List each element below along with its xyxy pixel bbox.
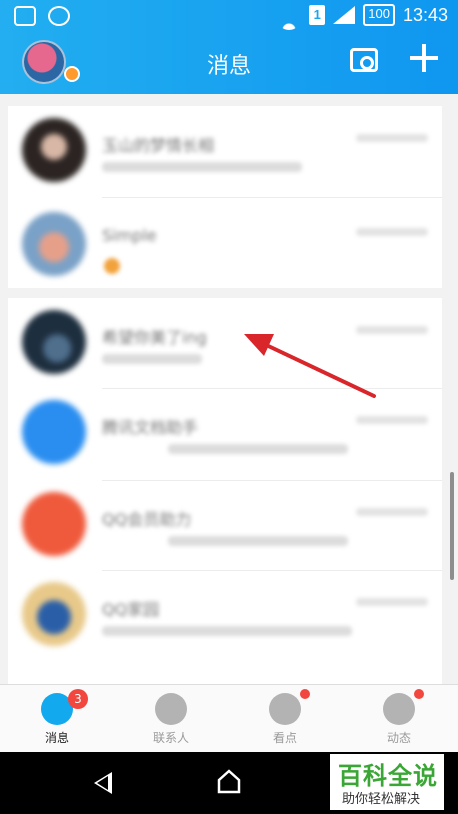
chat-row[interactable]: QQ会员助力	[8, 480, 442, 568]
back-icon[interactable]	[94, 772, 112, 794]
tab-label: 消息	[44, 731, 69, 745]
chat-snippet	[168, 536, 348, 546]
page-title: 消息	[206, 54, 251, 79]
status-bar: 1 100 13:43	[0, 0, 458, 32]
watermark: 百科全说 助你轻松解决	[330, 754, 444, 810]
chat-time	[356, 228, 428, 236]
chat-avatar	[22, 400, 86, 464]
tab-watch[interactable]: 看点	[228, 685, 342, 753]
new-dot	[300, 689, 310, 699]
chat-time	[356, 508, 428, 516]
chat-row[interactable]: Simple	[8, 200, 442, 288]
home-icon[interactable]	[216, 768, 242, 794]
battery-icon: 100	[363, 4, 395, 26]
signal-icon	[333, 6, 356, 24]
add-icon[interactable]	[410, 44, 438, 72]
tab-label: 联系人	[152, 731, 189, 745]
chat-row[interactable]: 希望你美了ing	[8, 298, 442, 386]
chat-time	[356, 134, 428, 142]
tab-label: 动态	[386, 731, 411, 745]
chat-time	[356, 326, 428, 334]
planet-icon	[383, 693, 415, 725]
status-dot	[104, 258, 120, 274]
unread-badge: 3	[68, 689, 88, 709]
wifi-icon	[277, 6, 302, 30]
status-right: 1 100 13:43	[277, 4, 448, 30]
eye-icon	[269, 693, 301, 725]
chat-name: Simple	[102, 226, 157, 245]
tab-contacts[interactable]: 联系人	[114, 685, 228, 753]
chats-card: 希望你美了ing 腾讯文档助手 QQ会员助力 QQ家园	[8, 298, 442, 684]
chat-time	[356, 598, 428, 606]
app-header: 消息	[0, 32, 458, 94]
chat-avatar	[22, 310, 86, 374]
chat-avatar	[22, 582, 86, 646]
chat-name: QQ家园	[102, 600, 160, 619]
phone-screen: 1 100 13:43 消息 玉山的梦情长相 Simple 希望你美了ing 腾…	[0, 0, 458, 814]
tab-messages[interactable]: 3 消息	[0, 685, 114, 753]
tab-label: 看点	[272, 731, 297, 745]
watermark-subtitle: 助你轻松解决	[342, 792, 421, 807]
top-bar: 1 100 13:43 消息	[0, 0, 458, 94]
screenshot-icon	[14, 6, 36, 26]
sync-icon	[48, 6, 70, 26]
new-dot	[414, 689, 424, 699]
chat-time	[356, 416, 428, 424]
chat-snippet	[102, 626, 352, 636]
watermark-title: 百科全说	[338, 762, 438, 790]
chat-list[interactable]: 玉山的梦情长相 Simple 希望你美了ing 腾讯文档助手 QQ会员助力 QQ…	[0, 94, 458, 684]
chat-name: 腾讯文档助手	[102, 418, 199, 437]
chat-row[interactable]: 腾讯文档助手	[8, 388, 442, 476]
contacts-icon	[155, 693, 187, 725]
chat-snippet	[168, 444, 348, 454]
chat-row[interactable]: QQ家园	[8, 570, 442, 658]
pinned-chats-card: 玉山的梦情长相 Simple	[8, 106, 442, 288]
camera-icon[interactable]	[350, 48, 378, 72]
divider	[102, 197, 442, 198]
status-time: 13:43	[402, 4, 448, 25]
chat-snippet	[102, 354, 202, 364]
chat-avatar	[22, 212, 86, 276]
chat-avatar	[22, 118, 86, 182]
chat-name: 玉山的梦情长相	[102, 136, 215, 155]
chat-snippet	[102, 162, 302, 172]
scrollbar[interactable]	[450, 472, 454, 580]
chat-name: QQ会员助力	[102, 510, 192, 529]
tab-feeds[interactable]: 动态	[342, 685, 456, 753]
chat-avatar	[22, 492, 86, 556]
sim-indicator: 1	[309, 5, 326, 25]
status-left	[14, 6, 70, 26]
bottom-nav: 3 消息 联系人 看点 动态	[0, 684, 458, 753]
chat-row[interactable]: 玉山的梦情长相	[8, 106, 442, 194]
chat-name: 希望你美了ing	[102, 328, 207, 347]
